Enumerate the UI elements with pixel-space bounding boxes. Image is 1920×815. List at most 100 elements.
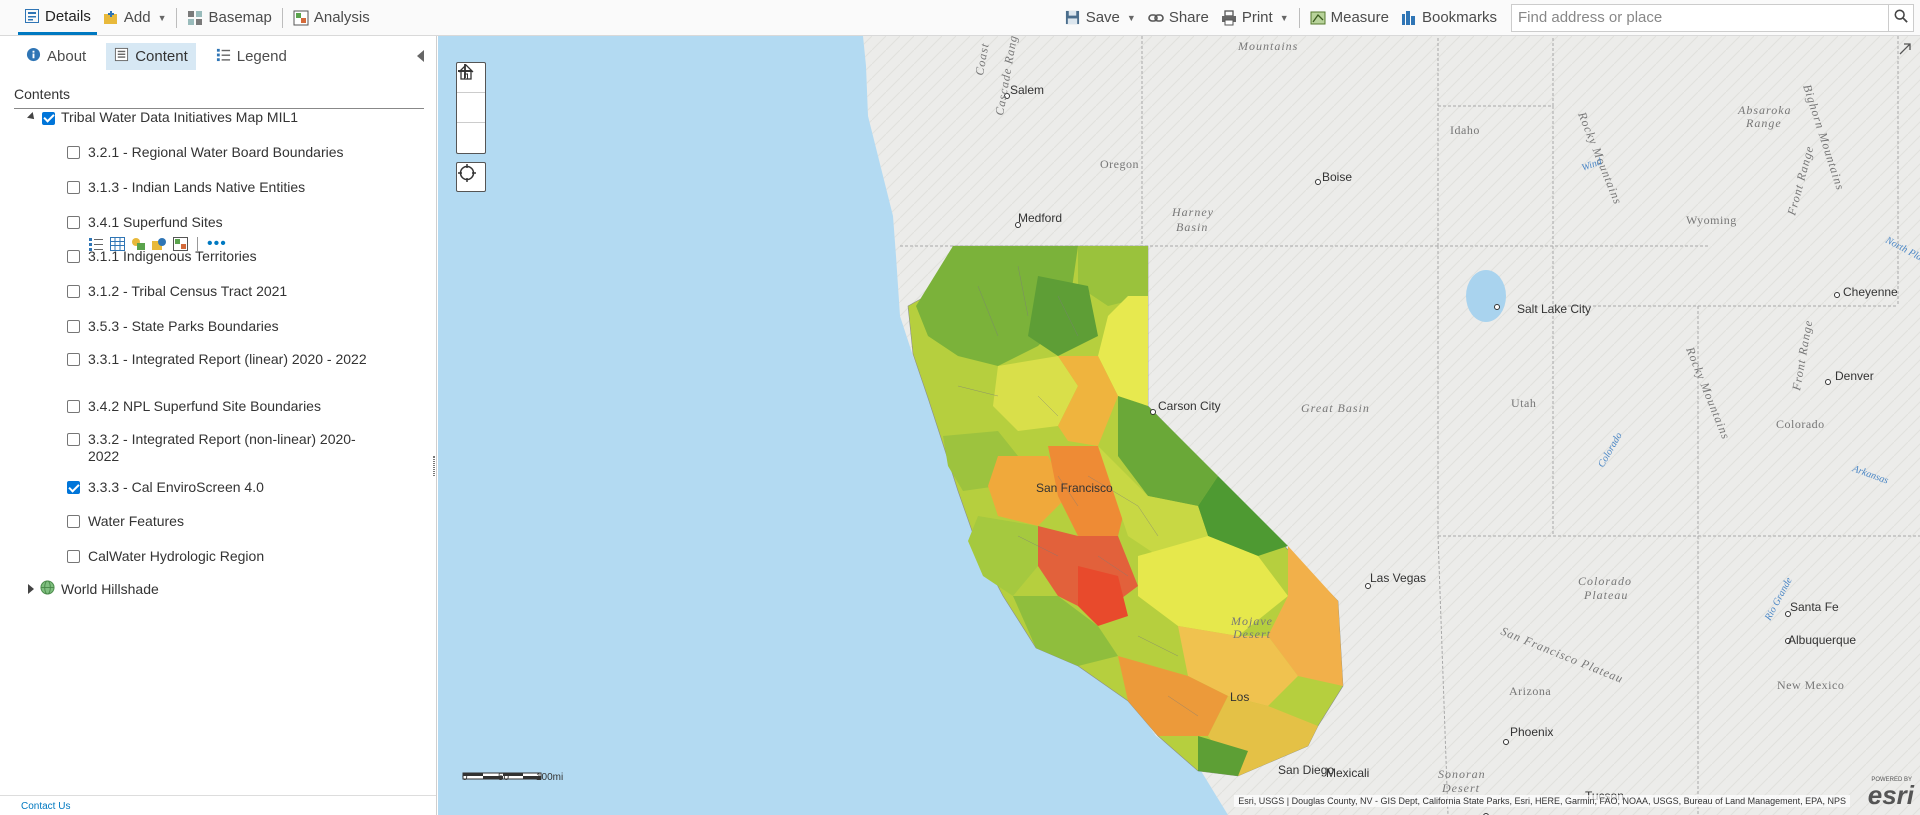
layer-item-water-features[interactable]: Water Features — [67, 513, 367, 530]
esri-logo[interactable]: esri — [1868, 780, 1914, 811]
collapse-panel-icon[interactable] — [417, 50, 424, 62]
analysis-button[interactable]: Analysis — [287, 0, 376, 35]
layer-checkbox[interactable] — [67, 353, 80, 366]
zoom-out-button[interactable] — [457, 70, 485, 153]
measure-button[interactable]: Measure — [1304, 0, 1395, 35]
layer-item-npl-superfund[interactable]: 3.4.2 NPL Superfund Site Boundaries — [67, 398, 367, 415]
tab-content[interactable]: Content — [106, 42, 196, 70]
region-label: Sonoran — [1438, 767, 1486, 781]
search-button[interactable] — [1888, 3, 1914, 32]
basemap-label: Basemap — [208, 9, 272, 26]
search-input[interactable] — [1511, 3, 1888, 32]
scale-bar: 0 50 100mi — [462, 772, 572, 784]
default-extent-button[interactable] — [457, 64, 485, 123]
layer-item-integrated-report-linear[interactable]: 3.3.1 - Integrated Report (linear) 2020 … — [67, 351, 367, 368]
city-label: Mexicali — [1326, 766, 1369, 780]
basemap-button[interactable]: Basemap — [181, 0, 277, 35]
layer-checkbox[interactable] — [67, 216, 80, 229]
measure-icon — [1310, 10, 1326, 26]
layer-checkbox[interactable] — [67, 550, 80, 563]
printer-icon — [1221, 9, 1237, 26]
map-view[interactable]: Salem Boise Medford Carson City Salt Lak… — [438, 36, 1920, 815]
layer-checkbox[interactable] — [67, 320, 80, 333]
layer-item-calwater-hydrologic[interactable]: CalWater Hydrologic Region — [67, 548, 367, 565]
layer-label: 3.4.2 NPL Superfund Site Boundaries — [88, 398, 321, 414]
toolbar-divider — [1298, 7, 1300, 28]
expand-map-icon[interactable] — [1898, 42, 1912, 56]
add-label: Add — [123, 9, 151, 26]
layer-item-regional-water-board[interactable]: 3.2.1 - Regional Water Board Boundaries — [67, 144, 367, 161]
layer-label: 3.3.1 - Integrated Report (linear) 2020 … — [88, 351, 367, 367]
print-label: Print — [1241, 9, 1273, 26]
expand-group-icon[interactable] — [28, 584, 34, 594]
region-label: Mojave — [1230, 614, 1273, 628]
search-bar — [1511, 3, 1914, 32]
save-button[interactable]: Save ▼ — [1059, 0, 1142, 35]
city-label: Los — [1230, 690, 1249, 704]
layer-item-state-parks[interactable]: 3.5.3 - State Parks Boundaries — [67, 318, 367, 335]
contact-us-link[interactable]: Contact Us — [21, 801, 70, 812]
toolbar-left-group: Details Add ▼ Basemap Analysis — [0, 0, 376, 35]
tab-legend[interactable]: Legend — [208, 43, 295, 70]
region-label: Desert — [1232, 627, 1271, 641]
layer-checkbox[interactable] — [67, 400, 80, 413]
layer-checkbox[interactable] — [67, 250, 80, 263]
globe-icon — [40, 580, 55, 598]
city-label: Boise — [1322, 170, 1352, 184]
details-button[interactable]: Details — [18, 0, 97, 35]
layer-label: 3.5.3 - State Parks Boundaries — [88, 318, 279, 334]
save-icon — [1065, 10, 1081, 26]
share-label: Share — [1168, 9, 1209, 26]
basemap-canvas: Salem Boise Medford Carson City Salt Lak… — [438, 36, 1920, 815]
city-label: Denver — [1835, 369, 1874, 383]
region-label: Plateau — [1583, 588, 1628, 602]
save-label: Save — [1085, 9, 1120, 26]
layer-item-indian-lands[interactable]: 3.1.3 - Indian Lands Native Entities — [67, 179, 367, 196]
region-label: Absaroka — [1737, 103, 1792, 117]
layer-item-superfund-sites[interactable]: 3.4.1 Superfund Sites — [67, 214, 367, 231]
analysis-icon — [293, 10, 309, 26]
toolbar-divider — [176, 7, 178, 28]
layer-checkbox[interactable] — [67, 515, 80, 528]
panel-resize-handle[interactable] — [433, 456, 435, 476]
bookmarks-label: Bookmarks — [1421, 9, 1497, 26]
share-button[interactable]: Share — [1142, 0, 1215, 35]
layer-checkbox[interactable] — [67, 285, 80, 298]
locate-button[interactable] — [456, 162, 486, 192]
analysis-label: Analysis — [313, 9, 370, 26]
layer-item-cal-enviroscreen[interactable]: 3.3.3 - Cal EnviroScreen 4.0 — [67, 479, 367, 496]
print-dropdown-icon: ▼ — [1279, 12, 1289, 23]
info-icon — [26, 47, 41, 66]
city-label: Santa Fe — [1790, 600, 1839, 614]
layer-group-tribal-water[interactable]: Tribal Water Data Initiatives Map MIL1 — [27, 109, 299, 125]
layer-group-label: World Hillshade — [61, 581, 159, 597]
layer-group-checkbox[interactable] — [42, 111, 55, 125]
layer-item-indigenous-territories[interactable]: 3.1.1 Indigenous Territories — [67, 248, 367, 265]
details-icon — [24, 8, 40, 24]
map-attribution[interactable]: Esri, USGS | Douglas County, NV - GIS De… — [1234, 795, 1850, 807]
layer-group-world-hillshade[interactable]: World Hillshade — [28, 580, 159, 598]
layer-label: 3.3.2 - Integrated Report (non-linear) 2… — [88, 431, 356, 464]
layer-label: 3.3.3 - Cal EnviroScreen 4.0 — [88, 479, 264, 495]
print-button[interactable]: Print ▼ — [1215, 0, 1295, 35]
layer-checkbox[interactable] — [67, 181, 80, 194]
layer-group-label: Tribal Water Data Initiatives Map MIL1 — [61, 109, 299, 125]
layer-checkbox[interactable] — [67, 481, 80, 494]
scale-tick-label: 50 — [498, 772, 510, 783]
expand-group-icon[interactable] — [27, 112, 37, 122]
city-label: Medford — [1018, 211, 1062, 225]
layer-checkbox[interactable] — [67, 433, 80, 446]
measure-label: Measure — [1330, 9, 1389, 26]
state-label: Arizona — [1509, 684, 1551, 698]
layer-checkbox[interactable] — [67, 146, 80, 159]
details-label: Details — [45, 7, 91, 25]
add-button[interactable]: Add ▼ — [97, 0, 173, 35]
layer-item-integrated-report-nonlinear[interactable]: 3.3.2 - Integrated Report (non-linear) 2… — [67, 431, 367, 465]
layer-label: CalWater Hydrologic Region — [88, 548, 265, 564]
region-label: Range — [1745, 116, 1782, 130]
panel-tabs: About Content Legend — [0, 36, 436, 76]
tab-about[interactable]: About — [18, 43, 94, 70]
layer-item-tribal-census[interactable]: 3.1.2 - Tribal Census Tract 2021 — [67, 283, 367, 300]
bookmarks-button[interactable]: Bookmarks — [1395, 0, 1503, 35]
city-label: Phoenix — [1510, 725, 1553, 739]
